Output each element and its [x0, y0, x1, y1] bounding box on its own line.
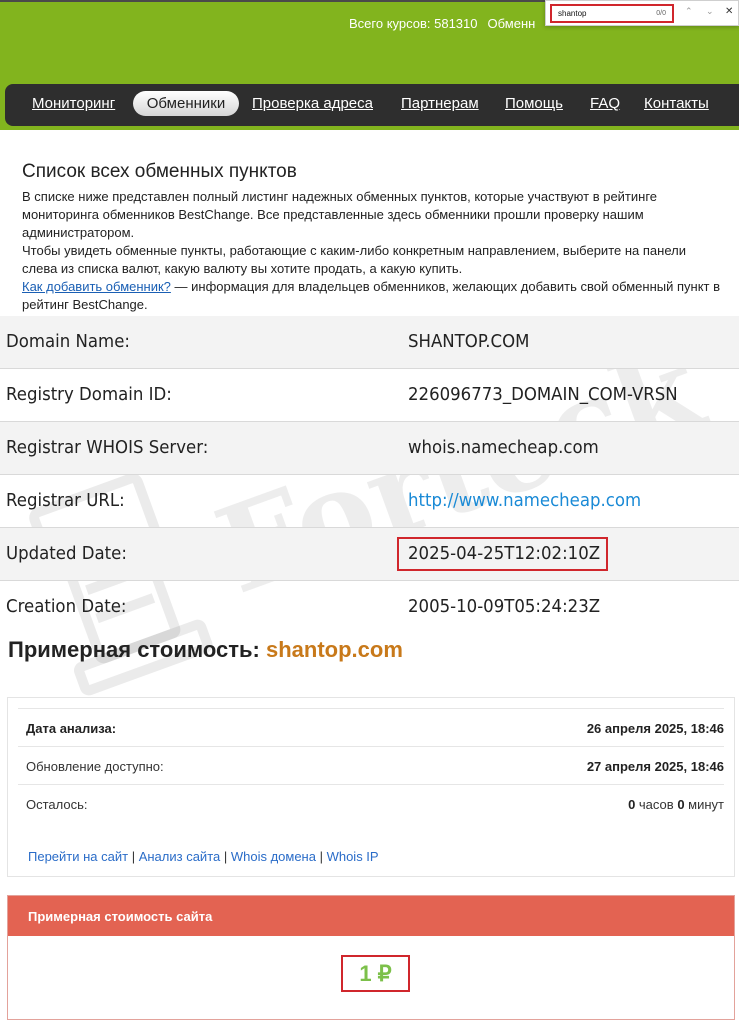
analysis-row: Дата анализа: 26 апреля 2025, 18:46 [18, 708, 724, 746]
whois-label: Domain Name: [6, 331, 130, 352]
analysis-date-value: 26 апреля 2025, 18:46 [586, 721, 724, 736]
go-to-site-link[interactable]: Перейти на сайт [28, 849, 128, 864]
price-heading-domain: shantop.com [265, 637, 403, 662]
update-available-value: 27 апреля 2025, 18:46 [586, 759, 724, 774]
whois-row: Domain Name: SHANTOP.COM [0, 316, 739, 369]
nav-item-contacts[interactable]: Контакты [644, 95, 709, 112]
find-input[interactable]: shantop 0/0 [550, 4, 674, 23]
whois-domain-link[interactable]: Whois домена [231, 849, 316, 864]
site-cost-value: 1 ₽ [359, 961, 392, 986]
remaining-label: Осталось: [26, 797, 88, 812]
whois-row: Creation Date: 2005-10-09T05:24:23Z [0, 581, 739, 634]
price-heading-label: Примерная стоимость: [8, 637, 266, 662]
remaining-minutes: 0 [677, 797, 685, 812]
nav-item-faq[interactable]: FAQ [590, 95, 620, 112]
registrar-url-link[interactable]: http://www.namecheap.com [408, 490, 641, 511]
site-analysis-link[interactable]: Анализ сайта [139, 849, 221, 864]
whois-value: 226096773_DOMAIN_COM-VRSN [408, 384, 678, 405]
intro-text: В списке ниже представлен полный листинг… [22, 188, 722, 314]
whois-table: Domain Name: SHANTOP.COM Registry Domain… [0, 316, 739, 634]
analysis-row: Осталось: 0 часов 0 минут [18, 784, 724, 822]
whois-label: Creation Date: [6, 596, 127, 617]
whois-row: Registry Domain ID: 226096773_DOMAIN_COM… [0, 369, 739, 422]
add-exchanger-link[interactable]: Как добавить обменник? [22, 279, 171, 294]
link-separator: | [128, 849, 139, 864]
nav-item-partners[interactable]: Партнерам [401, 95, 479, 112]
site-cost-title: Примерная стоимость сайта [8, 896, 734, 936]
minutes-unit: минут [684, 797, 724, 812]
find-in-page-bar: shantop 0/0 ⌃ ⌄ ✕ [545, 0, 739, 26]
site-cost-card: Примерная стоимость сайта 1 ₽ [7, 895, 735, 1020]
whois-row: Updated Date: 2025-04-25T12:02:10Z [0, 528, 739, 581]
whois-value: 2005-10-09T05:24:23Z [408, 596, 601, 617]
close-icon[interactable]: ✕ [725, 6, 733, 17]
whois-row: Registrar WHOIS Server: whois.namecheap.… [0, 422, 739, 475]
whois-label: Updated Date: [6, 543, 127, 564]
update-available-label: Обновление доступно: [26, 759, 164, 774]
find-query: shantop [558, 9, 587, 18]
link-separator: | [220, 849, 231, 864]
chevron-down-icon[interactable]: ⌄ [706, 6, 714, 17]
whois-label: Registry Domain ID: [6, 384, 172, 405]
intro-paragraph-3: Как добавить обменник? — информация для … [22, 278, 722, 314]
whois-label: Registrar URL: [6, 490, 125, 511]
whois-label: Registrar WHOIS Server: [6, 437, 209, 458]
whois-value: 2025-04-25T12:02:10Z [408, 543, 601, 564]
nav-item-monitoring[interactable]: Мониторинг [32, 95, 115, 112]
chevron-up-icon[interactable]: ⌃ [685, 6, 693, 17]
whois-row: Registrar URL: http://www.namecheap.com [0, 475, 739, 528]
nav-item-exchangers[interactable]: Обменники [133, 91, 239, 116]
analysis-card: Дата анализа: 26 апреля 2025, 18:46 Обно… [7, 697, 735, 877]
whois-ip-link[interactable]: Whois IP [327, 849, 379, 864]
main-nav: Мониторинг Обменники Проверка адреса Пар… [5, 84, 739, 126]
remaining-value: 0 часов 0 минут [628, 797, 724, 812]
courses-label: Всего курсов: 581310 [349, 16, 478, 31]
analysis-row: Обновление доступно: 27 апреля 2025, 18:… [18, 746, 724, 784]
hours-unit: часов [635, 797, 678, 812]
intro-paragraph-1: В списке ниже представлен полный листинг… [22, 189, 658, 240]
price-heading: Примерная стоимость: shantop.com [8, 637, 403, 663]
find-match-count: 0/0 [656, 10, 666, 17]
link-separator: | [315, 849, 327, 864]
exchangers-label: Обменн [487, 16, 536, 31]
highlight-box: 1 ₽ [341, 955, 410, 992]
whois-value: whois.namecheap.com [408, 437, 599, 458]
nav-item-address-check[interactable]: Проверка адреса [252, 95, 373, 112]
nav-item-help[interactable]: Помощь [505, 95, 563, 112]
page-title: Список всех обменных пунктов [22, 161, 297, 182]
courses-counter: Всего курсов: 581310 Обменн [349, 16, 535, 31]
analysis-date-label: Дата анализа: [26, 721, 117, 736]
analysis-links: Перейти на сайт | Анализ сайта | Whois д… [28, 849, 379, 864]
whois-value: SHANTOP.COM [408, 331, 530, 352]
intro-paragraph-2: Чтобы увидеть обменные пункты, работающи… [22, 243, 686, 276]
